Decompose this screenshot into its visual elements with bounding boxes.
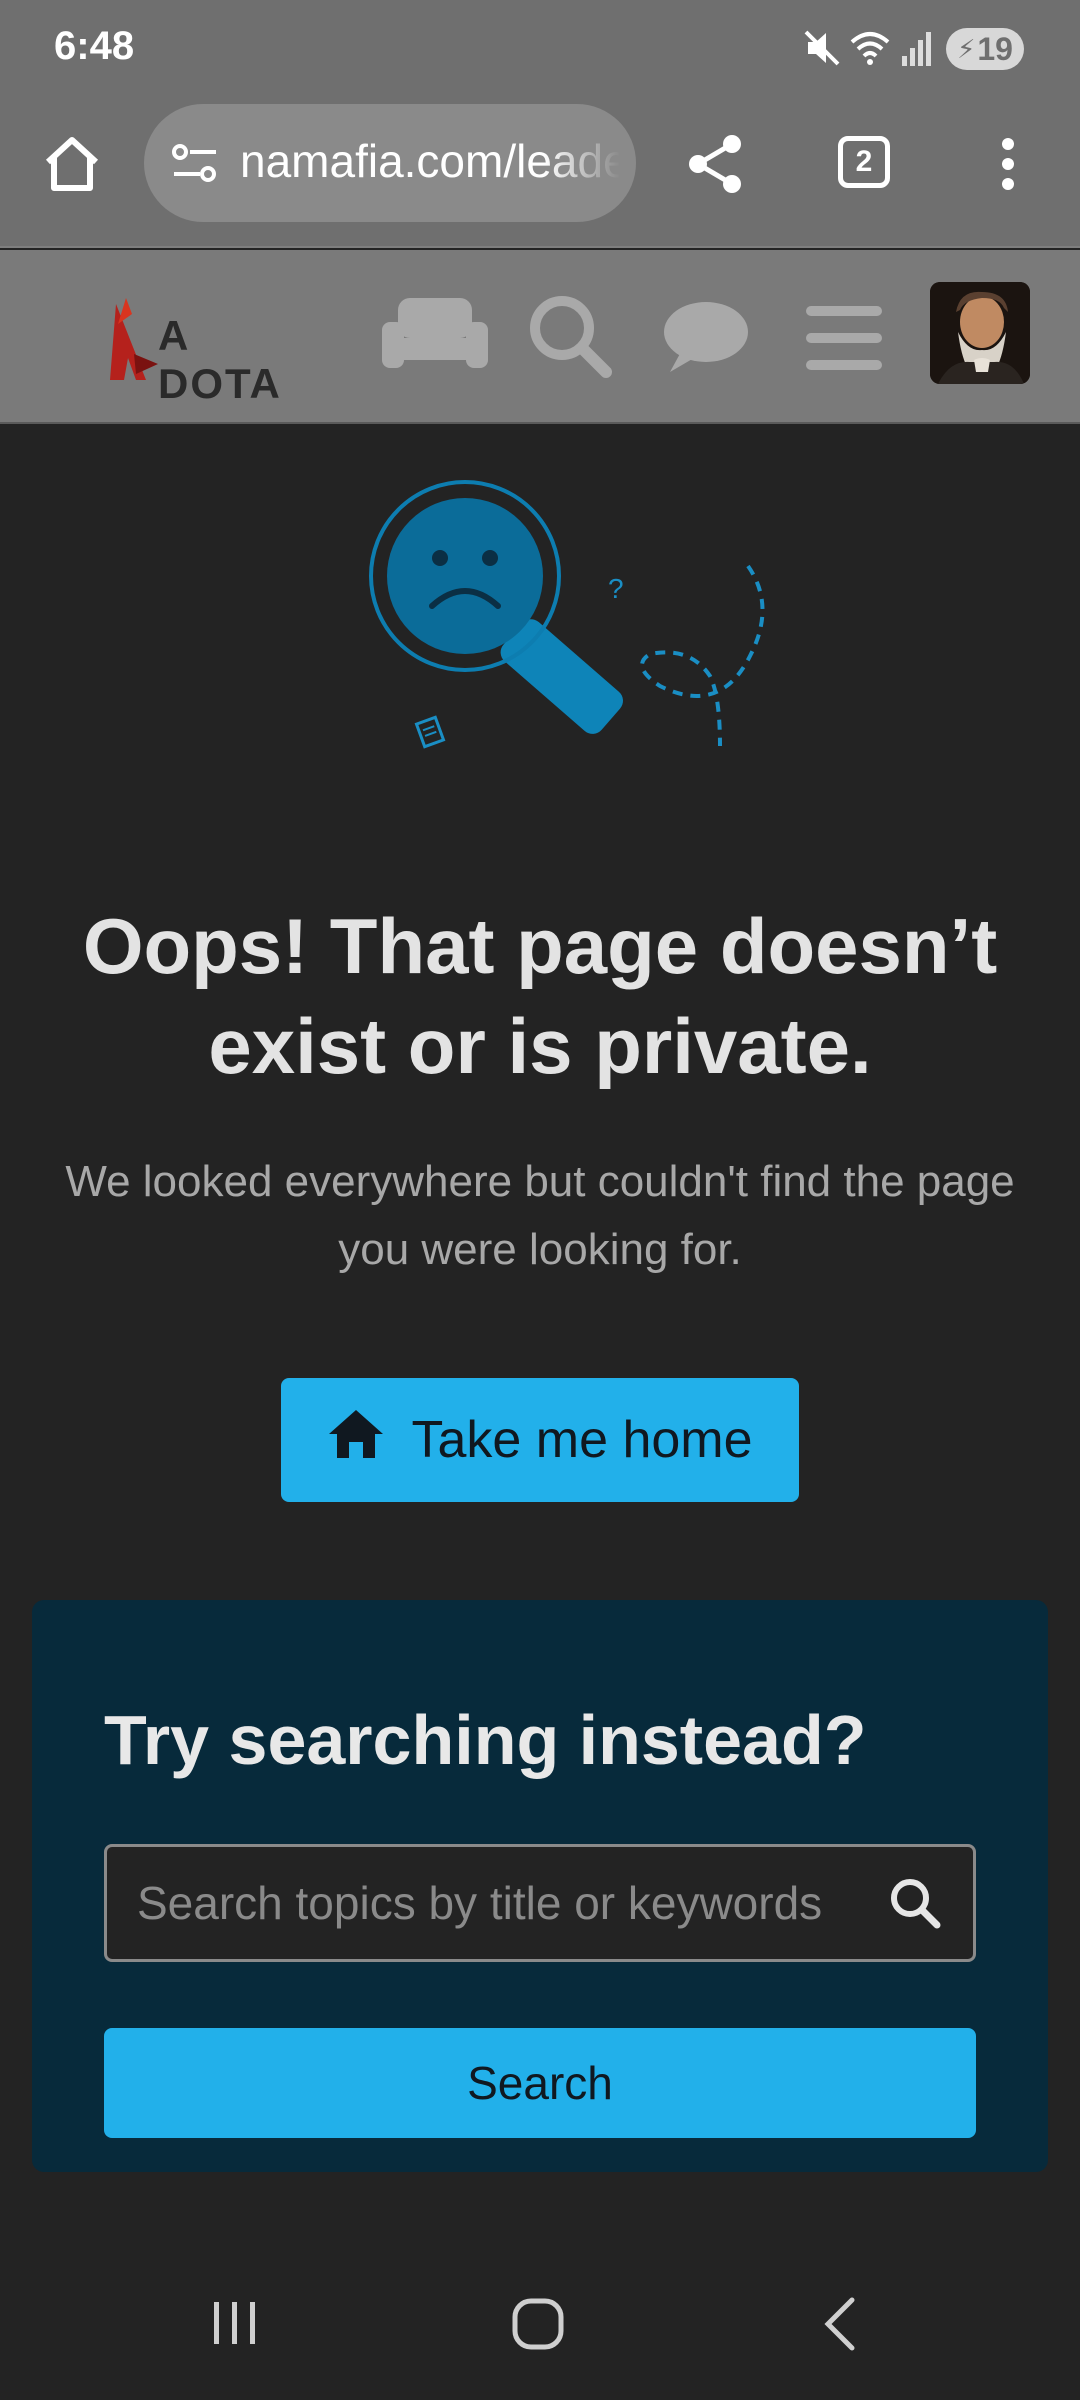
search-input-icon[interactable] (887, 1875, 943, 1931)
main-content: ? Oops! That page doesn’t exist or is pr… (0, 426, 1080, 2236)
battery-level: 19 (977, 30, 1013, 67)
page-title: Oops! That page doesn’t exist or is priv… (82, 902, 998, 1090)
wifi-icon (850, 28, 890, 73)
take-me-home-button[interactable]: Take me home (281, 1378, 799, 1502)
error-description: We looked everywhere but couldn't find t… (65, 1157, 1015, 1274)
menu-kebab-icon[interactable] (996, 136, 1020, 197)
search-button[interactable]: Search (104, 2028, 976, 2138)
sofa-icon[interactable] (380, 294, 490, 379)
search-card: Try searching instead? Search (32, 1600, 1048, 2172)
recent-apps-icon[interactable] (210, 2300, 260, 2351)
share-icon[interactable] (684, 132, 746, 201)
browser-toolbar: namafia.com/leaderboard 2 (0, 96, 1080, 248)
not-found-illustration: ? (340, 476, 780, 796)
status-time: 6:48 (54, 24, 135, 68)
search-icon[interactable] (526, 292, 614, 385)
back-nav-icon[interactable] (822, 2296, 858, 2357)
signal-icon (900, 28, 934, 73)
chat-bubble-icon[interactable] (662, 300, 750, 381)
address-bar[interactable]: namafia.com/leaderboard (144, 104, 636, 222)
avatar[interactable] (930, 282, 1030, 384)
tabs-button[interactable]: 2 (838, 136, 890, 188)
battery-indicator: ⚡ 19 (946, 28, 1024, 70)
hamburger-menu-icon[interactable] (806, 304, 882, 377)
site-header: A DOTA (0, 250, 1080, 424)
tab-count: 2 (855, 145, 873, 178)
take-me-home-label: Take me home (411, 1411, 753, 1469)
home-icon[interactable] (40, 132, 104, 201)
status-bar: 6:48 ⚡ 19 (0, 0, 1080, 96)
site-settings-icon[interactable] (170, 142, 220, 189)
search-box[interactable] (104, 1844, 976, 1962)
url-text[interactable]: namafia.com/leaderboard (240, 134, 620, 188)
site-logo[interactable]: A DOTA (106, 294, 326, 407)
mute-icon (804, 28, 840, 73)
house-icon (327, 1408, 385, 1473)
charging-icon: ⚡ (957, 33, 976, 64)
logo-text: A DOTA (158, 312, 282, 407)
home-nav-icon[interactable] (512, 2298, 564, 2355)
search-input[interactable] (137, 1847, 857, 1959)
search-card-title: Try searching instead? (104, 1701, 867, 1779)
question-mark-glyph: ? (608, 573, 624, 604)
system-nav-bar (0, 2236, 1080, 2400)
